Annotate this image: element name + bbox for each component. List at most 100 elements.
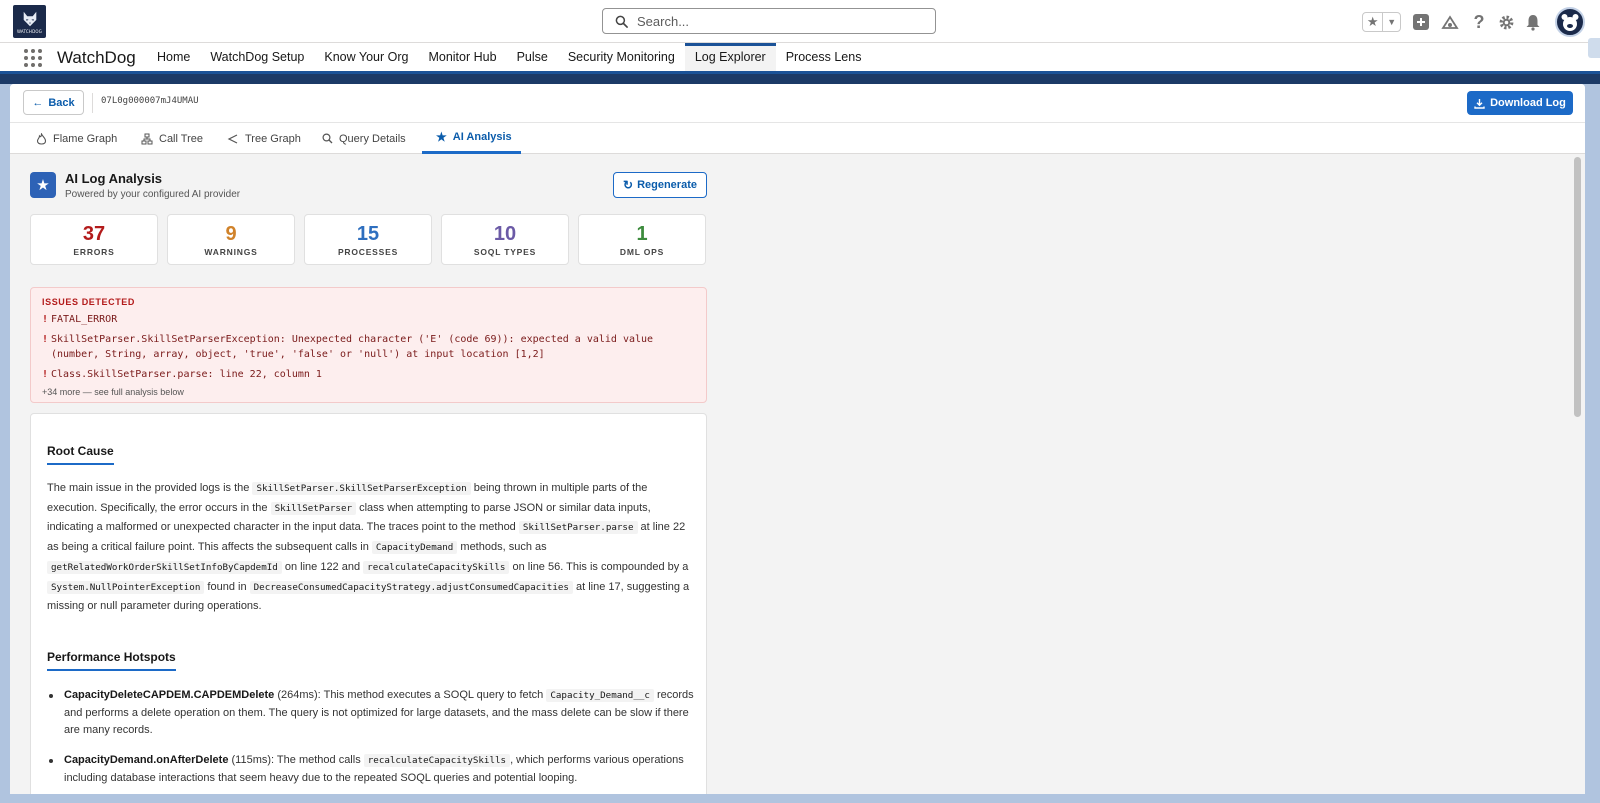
log-id: 07L0g000007mJ4UMAU bbox=[101, 96, 199, 106]
code: DecreaseConsumedCapacityStrategy.adjustC… bbox=[249, 580, 573, 594]
regenerate-label: Regenerate bbox=[637, 179, 697, 191]
text: methods, such as bbox=[457, 541, 547, 554]
help-icon[interactable]: ? bbox=[1468, 11, 1490, 33]
root-cause-text: The main issue in the provided logs is t… bbox=[47, 479, 692, 616]
nav-monitor-hub[interactable]: Monitor Hub bbox=[418, 43, 506, 71]
nav-log-explorer[interactable]: Log Explorer bbox=[684, 43, 776, 71]
issue-text: FATAL_ERROR bbox=[51, 314, 118, 325]
nav-items: Home WatchDog Setup Know Your Org Monito… bbox=[147, 43, 871, 71]
trailhead-icon[interactable] bbox=[1439, 11, 1461, 33]
stat-label: ERRORS bbox=[73, 246, 115, 257]
stat-dml-ops: 1 DML OPS bbox=[578, 214, 706, 265]
stat-soql-types: 10 SOQL TYPES bbox=[441, 214, 569, 265]
hotspot-item: CapacityDeleteCAPDEM.CAPDEMDelete (264ms… bbox=[49, 687, 694, 740]
main-card: ← Back 07L0g000007mJ4UMAU Download Log F… bbox=[10, 84, 1585, 794]
analysis-subtitle: Powered by your configured AI provider bbox=[65, 189, 241, 200]
issues-more: +34 more — see full analysis below bbox=[42, 387, 184, 397]
alert-icon: ! bbox=[42, 369, 49, 380]
text: on line 56. This is compounded by a bbox=[509, 560, 689, 573]
stat-value: 1 bbox=[636, 222, 648, 245]
refresh-icon: ↻ bbox=[623, 178, 634, 192]
stat-label: PROCESSES bbox=[337, 246, 399, 257]
analysis-tabs: Flame Graph Call Tree Tree Graph Query D… bbox=[10, 123, 1585, 154]
text: on line 122 and bbox=[281, 560, 364, 573]
stat-label: SOQL TYPES bbox=[473, 246, 537, 257]
alert-icon: ! bbox=[42, 334, 49, 345]
user-avatar[interactable] bbox=[1555, 7, 1585, 37]
scrollbar[interactable] bbox=[1574, 157, 1581, 417]
star-icon[interactable]: ★ bbox=[1363, 13, 1382, 31]
issue-text: Class.SkillSetParser.parse: line 22, col… bbox=[51, 369, 322, 380]
hotspot-name: CapacityDeleteCAPDEM.CAPDEMDelete bbox=[64, 689, 275, 701]
tab-label: Tree Graph bbox=[245, 132, 301, 145]
regenerate-button[interactable]: ↻ Regenerate bbox=[613, 172, 707, 198]
text: (115ms): The method calls bbox=[228, 754, 364, 766]
stat-warnings: 9 WARNINGS bbox=[167, 214, 295, 265]
stat-value: 15 bbox=[356, 222, 380, 245]
tab-query-details[interactable]: Query Details bbox=[322, 123, 406, 154]
code: SkillSetParser bbox=[270, 501, 357, 515]
tab-call-tree[interactable]: Call Tree bbox=[141, 123, 203, 154]
tab-tree-graph[interactable]: Tree Graph bbox=[227, 123, 301, 154]
flame-icon bbox=[36, 132, 47, 145]
search-input[interactable] bbox=[637, 13, 917, 29]
stat-errors: 37 ERRORS bbox=[30, 214, 158, 265]
tab-label: Query Details bbox=[339, 132, 406, 145]
issues-title: ISSUES DETECTED bbox=[42, 297, 136, 307]
code: recalculateCapacitySkills bbox=[363, 560, 510, 574]
hierarchy-icon bbox=[141, 133, 153, 144]
nav-process-lens[interactable]: Process Lens bbox=[776, 43, 872, 71]
analysis-content: Root Cause The main issue in the provide… bbox=[30, 413, 707, 794]
text: The main issue in the provided logs is t… bbox=[47, 482, 253, 494]
hotspot-item: CapacityDemand.onAfterDelete (115ms): Th… bbox=[49, 752, 694, 787]
global-search[interactable] bbox=[602, 8, 936, 34]
nav-watchdog-setup[interactable]: WatchDog Setup bbox=[200, 43, 314, 71]
stat-value: 9 bbox=[225, 222, 237, 245]
tab-label: Call Tree bbox=[159, 132, 204, 145]
analysis-title: AI Log Analysis bbox=[65, 171, 163, 186]
gear-icon[interactable] bbox=[1495, 11, 1517, 33]
chevron-down-icon[interactable]: ▼ bbox=[1382, 13, 1400, 31]
performance-hotspots-heading: Performance Hotspots bbox=[47, 650, 176, 671]
nav-pulse[interactable]: Pulse bbox=[507, 43, 558, 71]
nav-home[interactable]: Home bbox=[147, 43, 200, 71]
bell-icon[interactable] bbox=[1522, 11, 1544, 33]
tab-label: AI Analysis bbox=[452, 131, 512, 143]
app-logo[interactable]: WATCHDOG bbox=[13, 5, 46, 38]
app-launcher-icon[interactable] bbox=[24, 49, 42, 67]
back-button[interactable]: ← Back bbox=[23, 90, 84, 115]
code: System.NullPointerException bbox=[47, 580, 205, 594]
global-header: WATCHDOG ★ ▼ ? bbox=[0, 0, 1600, 43]
download-log-button[interactable]: Download Log bbox=[1467, 91, 1573, 115]
ai-badge: ★ bbox=[30, 172, 56, 198]
nav-security-monitoring[interactable]: Security Monitoring bbox=[558, 43, 685, 71]
search-icon bbox=[322, 133, 333, 144]
logo-text: WATCHDOG bbox=[16, 28, 43, 34]
code: getRelatedWorkOrderSkillSetInfoByCapdemI… bbox=[47, 560, 282, 574]
tab-label: Flame Graph bbox=[53, 132, 118, 145]
text: found in bbox=[204, 580, 250, 593]
add-icon[interactable] bbox=[1410, 11, 1432, 33]
hotspot-name: CapacityDemand.onAfterDelete bbox=[64, 754, 229, 766]
app-navigation: WatchDog Home WatchDog Setup Know Your O… bbox=[0, 43, 1600, 74]
wolf-logo-icon bbox=[23, 11, 36, 26]
issue-item: ! SkillSetParser.SkillSetParserException:… bbox=[42, 332, 695, 362]
favorites-control[interactable]: ★ ▼ bbox=[1362, 12, 1401, 32]
code: SkillSetParser.SkillSetParserException bbox=[252, 482, 471, 495]
star-icon: ★ bbox=[36, 177, 50, 194]
issue-item: ! Class.SkillSetParser.parse: line 22, co… bbox=[42, 367, 695, 382]
header-band bbox=[0, 74, 1600, 84]
tab-flame-graph[interactable]: Flame Graph bbox=[36, 123, 117, 154]
download-log-label: Download Log bbox=[1490, 97, 1566, 109]
side-panel-tab[interactable] bbox=[1588, 38, 1600, 58]
code: SkillSetParser.parse bbox=[518, 521, 638, 535]
star-icon: ★ bbox=[436, 130, 447, 144]
app-name: WatchDog bbox=[57, 48, 136, 67]
issues-panel: ISSUES DETECTED ! FATAL_ERROR ! SkillSetPa… bbox=[30, 287, 707, 403]
issue-text: SkillSetParser.SkillSetParserException: … bbox=[51, 334, 654, 360]
nav-know-your-org[interactable]: Know Your Org bbox=[314, 43, 418, 71]
tab-ai-analysis[interactable]: ★ AI Analysis bbox=[422, 123, 521, 154]
code: CapacityDemand bbox=[371, 541, 458, 555]
stat-value: 10 bbox=[493, 222, 517, 245]
code: Capacity_Demand__c bbox=[546, 689, 654, 702]
